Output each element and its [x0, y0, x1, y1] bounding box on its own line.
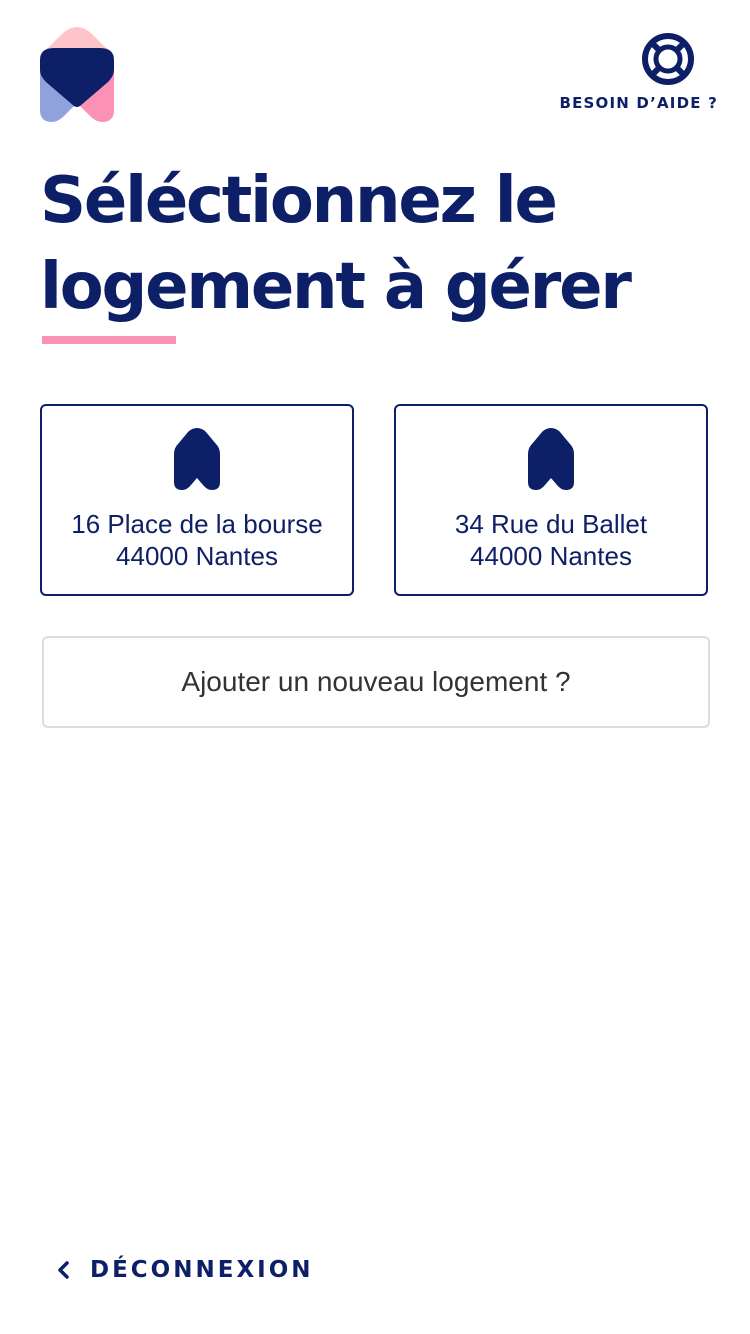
page-title-line-2: logement à gérer	[40, 250, 632, 324]
property-address: 34 Rue du Ballet 44000 Nantes	[396, 508, 706, 572]
property-address: 16 Place de la bourse 44000 Nantes	[42, 508, 352, 572]
property-street: 16 Place de la bourse	[71, 509, 323, 539]
chevron-left-icon	[58, 1261, 69, 1279]
help-button[interactable]: BESOIN D’AIDE ?	[558, 32, 718, 116]
property-city: 44000 Nantes	[116, 541, 278, 571]
page-title-line-1: Séléctionnez le	[40, 164, 558, 238]
house-heart-logo-icon	[40, 27, 114, 122]
add-property-button[interactable]: Ajouter un nouveau logement ?	[42, 636, 710, 728]
help-label: BESOIN D’AIDE ?	[559, 94, 718, 112]
property-street: 34 Rue du Ballet	[454, 509, 648, 539]
house-icon	[174, 428, 220, 490]
logout-button[interactable]: DÉCONNEXION	[56, 1252, 314, 1288]
logout-label: DÉCONNEXION	[90, 1257, 314, 1283]
title-underline	[42, 336, 176, 344]
lifebuoy-icon	[642, 33, 694, 85]
app-logo	[40, 26, 114, 122]
page-title: Séléctionnez le logement à gérer	[40, 158, 720, 330]
house-icon	[528, 428, 574, 490]
property-card-2[interactable]: 34 Rue du Ballet 44000 Nantes	[394, 404, 708, 596]
property-city: 44000 Nantes	[470, 541, 632, 571]
property-card-1[interactable]: 16 Place de la bourse 44000 Nantes	[40, 404, 354, 596]
